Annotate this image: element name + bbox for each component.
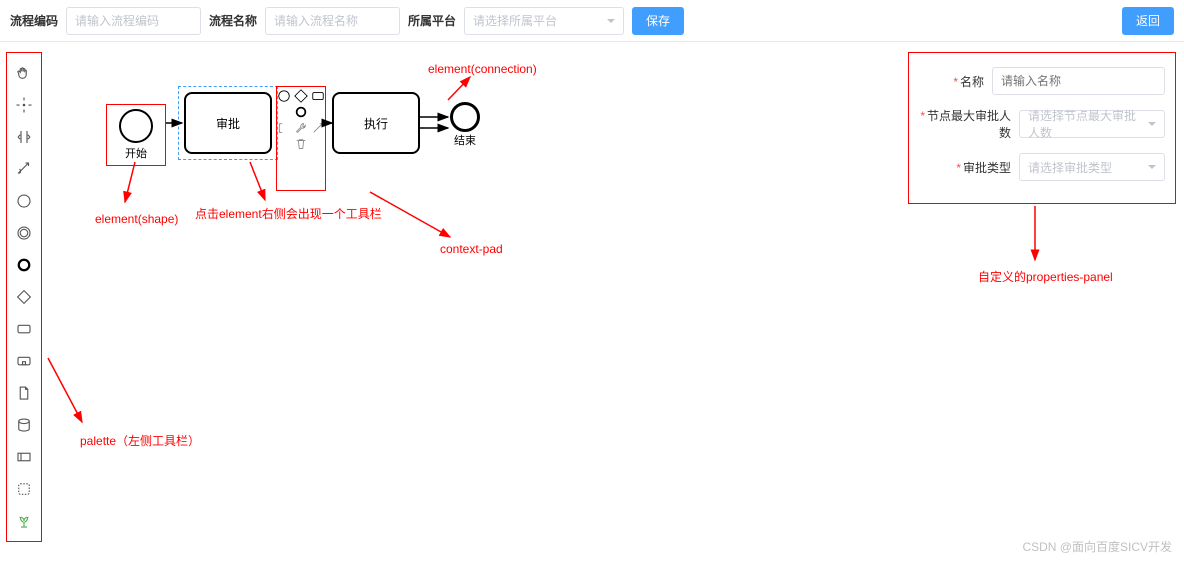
prop-type-label: *审批类型 bbox=[919, 159, 1019, 176]
subprocess-icon[interactable] bbox=[8, 345, 40, 377]
start-event-icon[interactable] bbox=[8, 185, 40, 217]
task-icon[interactable] bbox=[8, 313, 40, 345]
end-event[interactable] bbox=[450, 102, 480, 132]
prop-name-label: *名称 bbox=[919, 73, 992, 90]
context-pad bbox=[276, 86, 326, 191]
cp-gateway-icon[interactable] bbox=[294, 89, 308, 103]
space-tool-icon[interactable] bbox=[8, 121, 40, 153]
end-label: 结束 bbox=[450, 132, 480, 148]
prop-type-select[interactable]: 请选择审批类型 bbox=[1019, 153, 1165, 181]
approve-task[interactable]: 审批 bbox=[184, 92, 272, 154]
anno-palette: palette（左侧工具栏） bbox=[80, 432, 200, 449]
hand-tool-icon[interactable] bbox=[8, 57, 40, 89]
cp-connect-icon[interactable] bbox=[311, 121, 325, 135]
prop-name-input[interactable] bbox=[992, 67, 1165, 95]
save-button[interactable]: 保存 bbox=[632, 7, 684, 35]
connect-tool-icon[interactable] bbox=[8, 153, 40, 185]
anno-context-pad: context-pad bbox=[440, 242, 503, 256]
watermark: CSDN @面向百度SICV开发 bbox=[1022, 538, 1172, 555]
start-node-highlight: 开始 bbox=[106, 104, 166, 166]
cp-trash-icon[interactable] bbox=[294, 137, 308, 151]
end-node-group: 结束 bbox=[450, 102, 480, 148]
flow-name-input[interactable] bbox=[265, 7, 400, 35]
anno-connection: element(connection) bbox=[428, 62, 537, 76]
cp-wrench-icon[interactable] bbox=[294, 121, 308, 135]
intermediate-event-icon[interactable] bbox=[8, 217, 40, 249]
data-store-icon[interactable] bbox=[8, 409, 40, 441]
back-button[interactable]: 返回 bbox=[1122, 7, 1174, 35]
end-event-icon[interactable] bbox=[8, 249, 40, 281]
group-icon[interactable] bbox=[8, 473, 40, 505]
cp-annotation-icon[interactable] bbox=[277, 121, 291, 135]
prop-max-label: *节点最大审批人数 bbox=[919, 107, 1019, 141]
prop-max-select[interactable]: 请选择节点最大审批人数 bbox=[1019, 110, 1165, 138]
data-object-icon[interactable] bbox=[8, 377, 40, 409]
gateway-icon[interactable] bbox=[8, 281, 40, 313]
cp-task-icon[interactable] bbox=[311, 89, 325, 103]
platform-label: 所属平台 bbox=[408, 12, 456, 29]
anno-props-panel: 自定义的properties-panel bbox=[978, 268, 1113, 285]
header-bar: 流程编码 流程名称 所属平台 请选择所属平台 保存 返回 bbox=[0, 0, 1184, 42]
participant-icon[interactable] bbox=[8, 441, 40, 473]
exec-task[interactable]: 执行 bbox=[332, 92, 420, 154]
properties-panel: *名称 *节点最大审批人数 请选择节点最大审批人数 *审批类型 请选择审批类型 bbox=[908, 52, 1176, 204]
palette bbox=[6, 52, 42, 542]
cp-start-event-icon[interactable] bbox=[277, 89, 291, 103]
flow-code-label: 流程编码 bbox=[10, 12, 58, 29]
start-label: 开始 bbox=[107, 145, 165, 161]
flow-name-label: 流程名称 bbox=[209, 12, 257, 29]
flow-code-input[interactable] bbox=[66, 7, 201, 35]
lasso-tool-icon[interactable] bbox=[8, 89, 40, 121]
plant-icon[interactable] bbox=[8, 505, 40, 537]
anno-shape: element(shape) bbox=[95, 212, 178, 226]
start-event[interactable] bbox=[119, 109, 153, 143]
platform-select[interactable]: 请选择所属平台 bbox=[464, 7, 624, 35]
anno-context-click: 点击element右侧会出现一个工具栏 bbox=[195, 205, 382, 222]
cp-end-event-icon[interactable] bbox=[294, 105, 308, 119]
